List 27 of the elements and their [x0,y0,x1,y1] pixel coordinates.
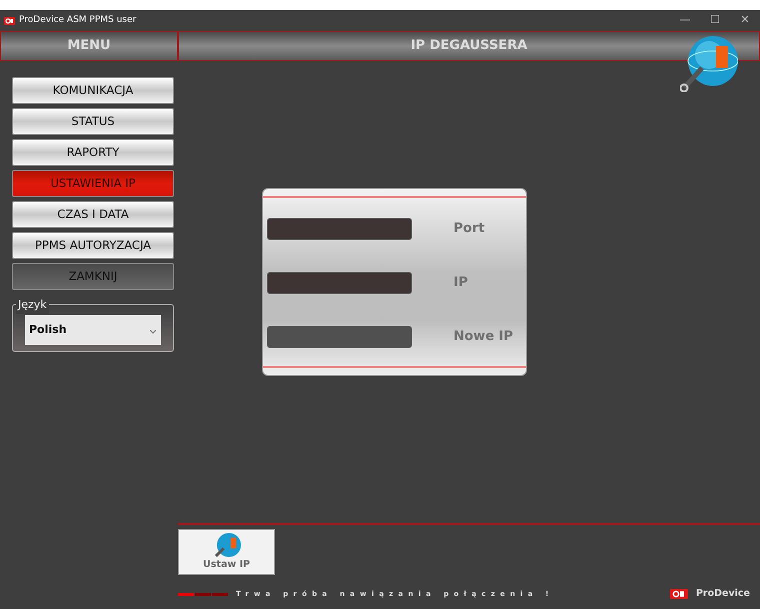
menu-button[interactable]: USTAWIENIA IP [12,170,174,197]
minimize-button[interactable]: — [670,12,700,29]
set-ip-button[interactable]: Ustaw IP [178,529,275,575]
menu-button[interactable]: KOMUNIKACJA [12,77,174,104]
menu-button[interactable]: RAPORTY [12,139,174,166]
page-header: IP DEGAUSSERA [178,31,760,61]
menu-button[interactable]: CZAS I DATA [12,201,174,228]
menu-button[interactable]: PPMS AUTORYZACJA [12,232,174,259]
field-label: Port [454,220,486,238]
menu-header: MENU [0,31,178,61]
loading-indicator-icon [178,592,228,596]
ip-globe-icon [212,532,240,558]
input-field[interactable] [266,272,412,294]
ip-globe-icon [680,34,738,92]
input-field[interactable] [266,218,412,240]
brand-name: ProDevice [696,587,750,601]
language-dropdown[interactable]: Polish [25,315,161,345]
language-legend: Język [16,297,49,314]
close-button[interactable]: ✕ [730,12,760,29]
field-label: IP [454,274,469,292]
maximize-button[interactable]: ☐ [700,12,730,29]
input-field[interactable] [266,326,412,348]
field-label: Nowe IP [454,328,514,346]
brand-logo-icon [670,589,688,600]
menu-button[interactable]: STATUS [12,108,174,135]
window-title: ProDevice ASM PPMS user [19,14,136,27]
app-logo-icon [4,16,15,24]
